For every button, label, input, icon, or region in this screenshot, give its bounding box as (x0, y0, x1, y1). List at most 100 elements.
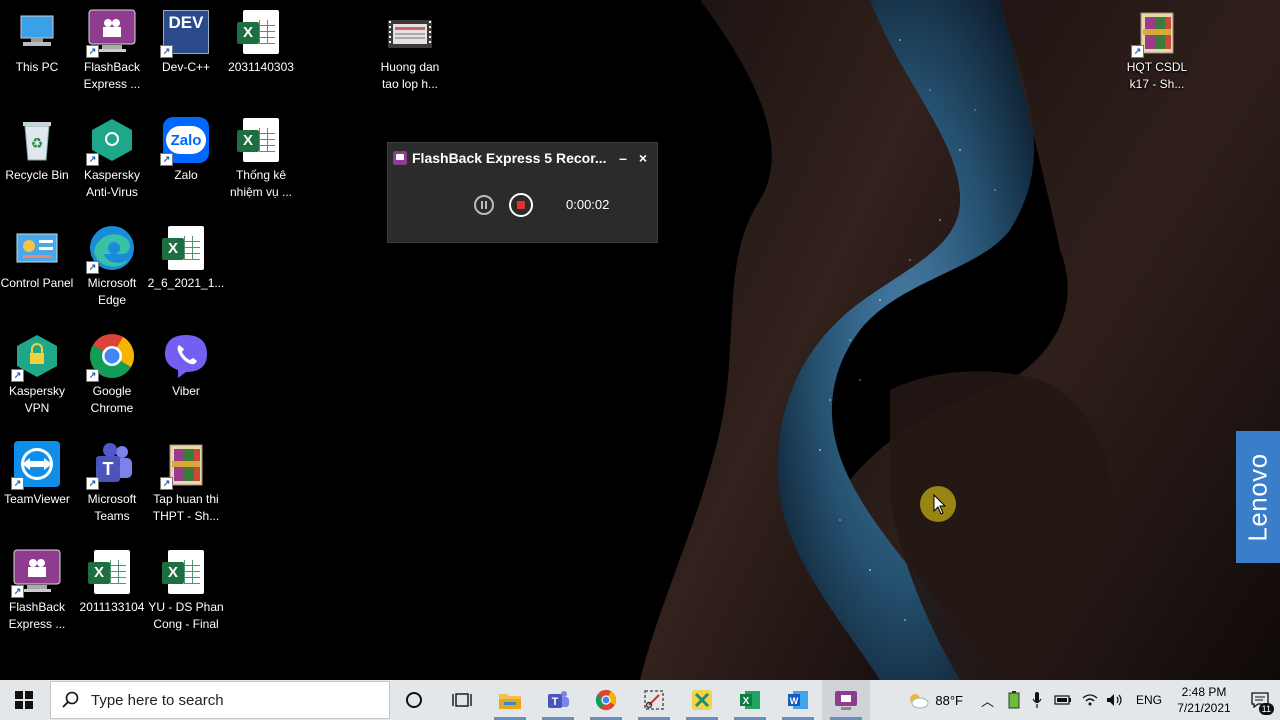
teams-icon: T (548, 691, 569, 708)
taskbar-teams[interactable]: T (534, 680, 582, 720)
taskbar-excel[interactable]: X (726, 680, 774, 720)
viber-icon (162, 332, 210, 380)
flashback-recorder-window[interactable]: FlashBack Express 5 Recor... – × 0:00:02 (387, 142, 658, 243)
taskbar-flashback[interactable] (822, 680, 870, 720)
teamviewer-icon: ↗ (11, 440, 61, 490)
desktop-icon-recycle-bin[interactable]: ♻ Recycle Bin (0, 110, 74, 210)
mouse-pointer-icon (933, 494, 947, 515)
notification-count-badge: 11 (1258, 703, 1274, 715)
recorder-title-bar[interactable]: FlashBack Express 5 Recor... – × (388, 143, 657, 173)
desktop-icon-microsoft-edge[interactable]: ↗ Microsoft Edge (75, 218, 149, 318)
start-button[interactable] (0, 680, 48, 720)
desktop-icon-excel-2-6-2021[interactable]: X 2_6_2021_1... (148, 218, 224, 318)
desktop-icon-microsoft-teams[interactable]: T ↗ Microsoft Teams (75, 434, 149, 534)
excel-file-icon: X (237, 8, 285, 56)
task-view-button[interactable] (438, 680, 486, 720)
winrar-archive-icon: ↗ (1131, 8, 1181, 58)
stop-record-button[interactable] (509, 193, 533, 217)
chrome-icon: ↗ (86, 332, 136, 382)
shortcut-arrow-icon: ↗ (86, 477, 99, 490)
cortana-button[interactable] (390, 680, 438, 720)
cortana-icon (406, 692, 422, 708)
taskbar-word[interactable]: W (774, 680, 822, 720)
desktop-icon-label: Google Chrome (90, 384, 134, 415)
desktop-icon-label: 2011133104 (79, 600, 145, 614)
battery-icon[interactable] (1054, 694, 1072, 706)
recycle-bin-icon: ♻ (13, 116, 61, 164)
desktop-icon-viber[interactable]: Viber (149, 326, 223, 426)
svg-text:X: X (743, 696, 750, 707)
desktop-icon-flashback-1[interactable]: ↗ FlashBack Express ... (75, 2, 149, 102)
desktop-icon-label: Recycle Bin (5, 168, 69, 182)
battery-charging-icon[interactable] (1008, 691, 1020, 709)
desktop-icon-this-pc[interactable]: This PC (0, 2, 74, 102)
task-view-icon (452, 693, 472, 707)
desktop-icon-excel-2011133104[interactable]: X 2011133104 (75, 542, 149, 642)
taskbar-snipping-tool[interactable] (630, 680, 678, 720)
shortcut-arrow-icon: ↗ (86, 153, 99, 166)
taskbar-file-explorer[interactable] (486, 680, 534, 720)
desktop-icon-google-chrome[interactable]: ↗ Google Chrome (75, 326, 149, 426)
volume-icon[interactable] (1106, 693, 1124, 707)
taskbar-clock[interactable]: 2:48 PM 7/21/2021 (1168, 684, 1240, 716)
taskbar-chrome[interactable] (582, 680, 630, 720)
desktop-icon-excel-thong-ke[interactable]: X Thống kê nhiệm vụ ... (224, 110, 298, 210)
shortcut-arrow-icon: ↗ (86, 369, 99, 382)
clock-time: 2:48 PM (1181, 685, 1227, 699)
word-icon: W (788, 691, 808, 709)
desktop-icon-zalo[interactable]: Zalo ↗ Zalo (149, 110, 223, 210)
microphone-icon[interactable] (1032, 691, 1042, 709)
search-icon (62, 691, 79, 708)
desktop-icon-kaspersky-vpn[interactable]: ↗ Kaspersky VPN (0, 326, 74, 426)
taskbar-xmind[interactable] (678, 680, 726, 720)
svg-text:♻: ♻ (31, 136, 44, 152)
weather-cloud-icon[interactable] (907, 691, 929, 709)
flashback-icon: ↗ (11, 548, 61, 598)
control-panel-icon (13, 224, 61, 272)
minimize-button[interactable]: – (613, 150, 633, 166)
desktop-icon-excel-2031140303[interactable]: X 2031140303 (224, 2, 298, 102)
kaspersky-vpn-icon: ↗ (11, 332, 61, 382)
flashback-icon (835, 691, 857, 710)
recorder-title: FlashBack Express 5 Recor... (412, 150, 607, 166)
desktop-icon-label: Huong dan tao lop h... (380, 60, 440, 91)
excel-file-icon: X (162, 224, 210, 272)
close-button[interactable]: × (633, 150, 653, 166)
winrar-archive-icon: ↗ (160, 440, 210, 490)
recording-elapsed-time: 0:00:02 (566, 197, 610, 212)
desktop-icon-excel-yu-ds[interactable]: X YU - DS Phan Cong - Final (148, 542, 224, 642)
taskbar: Type here to search T X W 88°F ︿ ENG 2:4… (0, 680, 1280, 720)
edge-icon: ↗ (86, 224, 136, 274)
desktop-icon-hqt-csdl[interactable]: ↗ HQT CSDL k17 - Sh... (1120, 2, 1194, 102)
snipping-tool-icon (644, 690, 664, 710)
show-hidden-icons-button[interactable]: ︿ (981, 691, 994, 710)
desktop-icon-control-panel[interactable]: Control Panel (0, 218, 74, 318)
desktop-icon-label: 2031140303 (228, 60, 294, 74)
desktop-icon-label: Kaspersky Anti-Virus (83, 168, 141, 199)
shortcut-arrow-icon: ↗ (1131, 45, 1144, 58)
desktop-icon-label: Control Panel (0, 276, 74, 290)
desktop-icon-teamviewer[interactable]: ↗ TeamViewer (0, 434, 74, 534)
desktop-icon-huong-dan-video[interactable]: Huong dan tao lop h... (373, 2, 447, 102)
flashback-app-icon (393, 151, 407, 165)
action-center-button[interactable]: 11 (1240, 680, 1280, 720)
wifi-icon[interactable] (1082, 693, 1098, 707)
desktop-icon-kaspersky-antivirus[interactable]: ↗ Kaspersky Anti-Virus (75, 110, 149, 210)
pause-button[interactable] (474, 195, 494, 215)
desktop-icon-tap-huan[interactable]: ↗ Tap huan thi THPT - Sh... (149, 434, 223, 534)
desktop-icon-flashback-2[interactable]: ↗ FlashBack Express ... (0, 542, 74, 642)
xmind-icon (692, 690, 712, 710)
weather-temperature[interactable]: 88°F (935, 693, 963, 708)
desktop-icon-devcpp[interactable]: DEV ↗ Dev-C++ (149, 2, 223, 102)
shortcut-arrow-icon: ↗ (160, 153, 173, 166)
excel-icon: X (740, 691, 760, 709)
video-file-icon (386, 8, 434, 56)
taskbar-search-box[interactable]: Type here to search (50, 681, 390, 719)
desktop-icon-label: Microsoft Edge (87, 276, 137, 307)
shortcut-arrow-icon: ↗ (160, 45, 173, 58)
flashback-icon: ↗ (86, 8, 136, 58)
input-language[interactable]: ENG (1136, 693, 1162, 707)
computer-icon (13, 8, 61, 56)
desktop-icon-label: Zalo (174, 168, 198, 182)
desktop-icon-label: Thống kê nhiệm vụ ... (229, 168, 293, 199)
